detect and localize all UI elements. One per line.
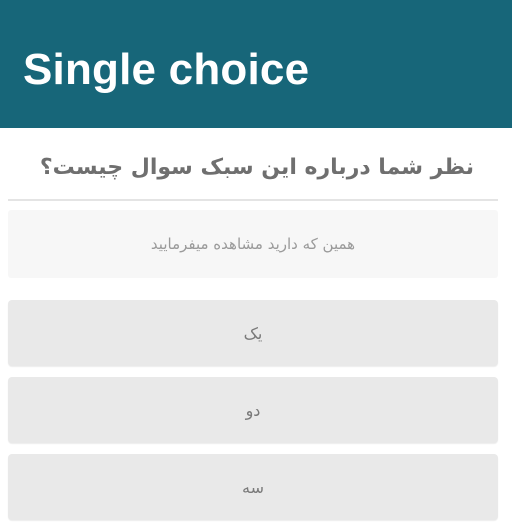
question-hint-box: همین که دارید مشاهده میفرمایید bbox=[8, 210, 498, 278]
divider bbox=[8, 199, 498, 201]
option-button-2[interactable]: دو bbox=[8, 377, 498, 443]
question-hint: همین که دارید مشاهده میفرمایید bbox=[150, 235, 356, 253]
question-text: نظر شما درباره این سبک سوال چیست؟ bbox=[39, 155, 474, 180]
app-bar: Single choice bbox=[0, 0, 512, 128]
app-title: Single choice bbox=[23, 45, 310, 94]
option-button-1[interactable]: یک bbox=[8, 300, 498, 366]
option-button-3[interactable]: سه bbox=[8, 454, 498, 520]
options-list: یک دو سه bbox=[8, 300, 498, 531]
